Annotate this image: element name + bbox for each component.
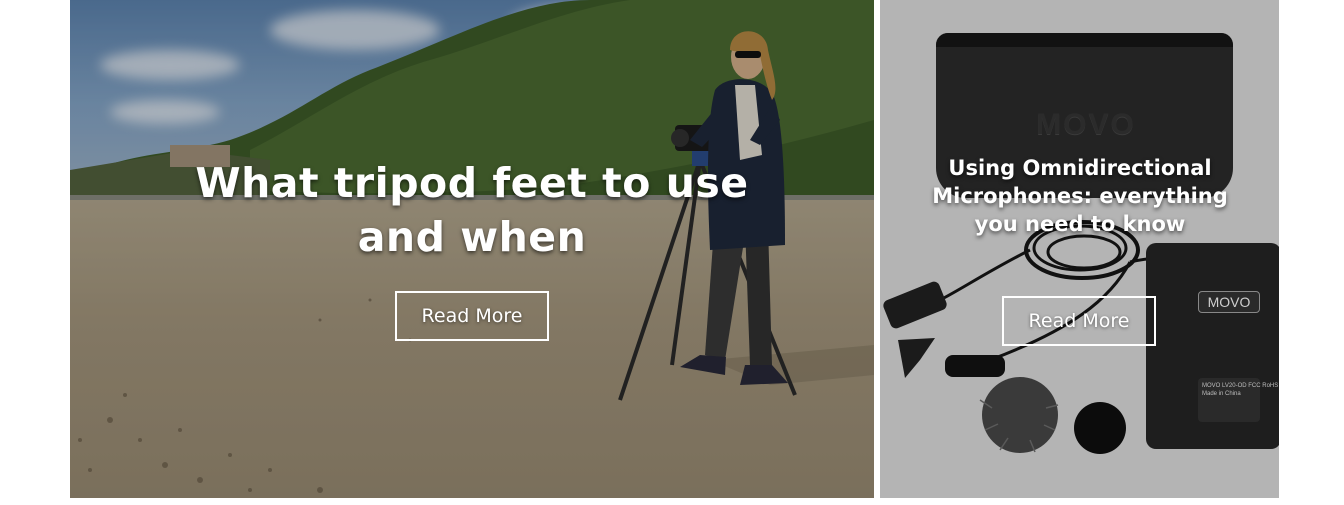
transmitter-label-text: MOVO LV20-OD FCC RoHS Made in China xyxy=(1202,383,1279,397)
transmitter-brand-logo: MOVO xyxy=(1198,291,1260,313)
blog-card-grid: What tripod feet to use and when Read Mo… xyxy=(0,0,1344,505)
card-title[interactable]: Using Omnidirectional Microphones: every… xyxy=(930,154,1230,238)
card-title[interactable]: What tripod feet to use and when xyxy=(190,156,754,264)
blog-card-omnidirectional-microphones[interactable]: MOVO MOVO MOVO LV20-OD FCC RoHS Made in … xyxy=(880,0,1279,498)
read-more-button[interactable]: Read More xyxy=(395,291,549,341)
read-more-button[interactable]: Read More xyxy=(1002,296,1156,346)
blog-card-tripod-feet[interactable]: What tripod feet to use and when Read Mo… xyxy=(70,0,874,498)
